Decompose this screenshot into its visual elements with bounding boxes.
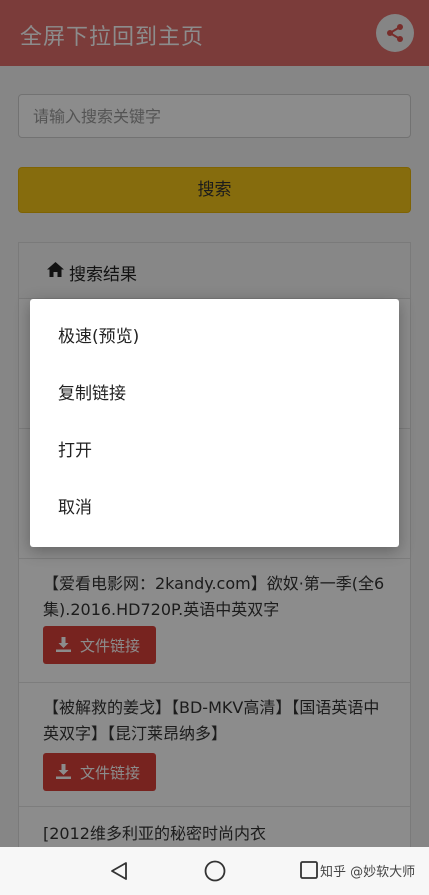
back-triangle-icon[interactable]: [110, 861, 128, 881]
menu-item-preview[interactable]: 极速(预览): [30, 309, 399, 366]
action-dialog: 极速(预览) 复制链接 打开 取消: [30, 299, 399, 547]
system-nav-bar: 知乎 @妙软大师: [0, 847, 429, 895]
menu-item-open[interactable]: 打开: [30, 423, 399, 480]
menu-item-cancel[interactable]: 取消: [30, 480, 399, 537]
menu-item-copy-link[interactable]: 复制链接: [30, 366, 399, 423]
recent-square-icon[interactable]: [300, 861, 318, 879]
watermark-text: 知乎 @妙软大师: [320, 865, 416, 880]
home-circle-icon[interactable]: [204, 860, 226, 882]
